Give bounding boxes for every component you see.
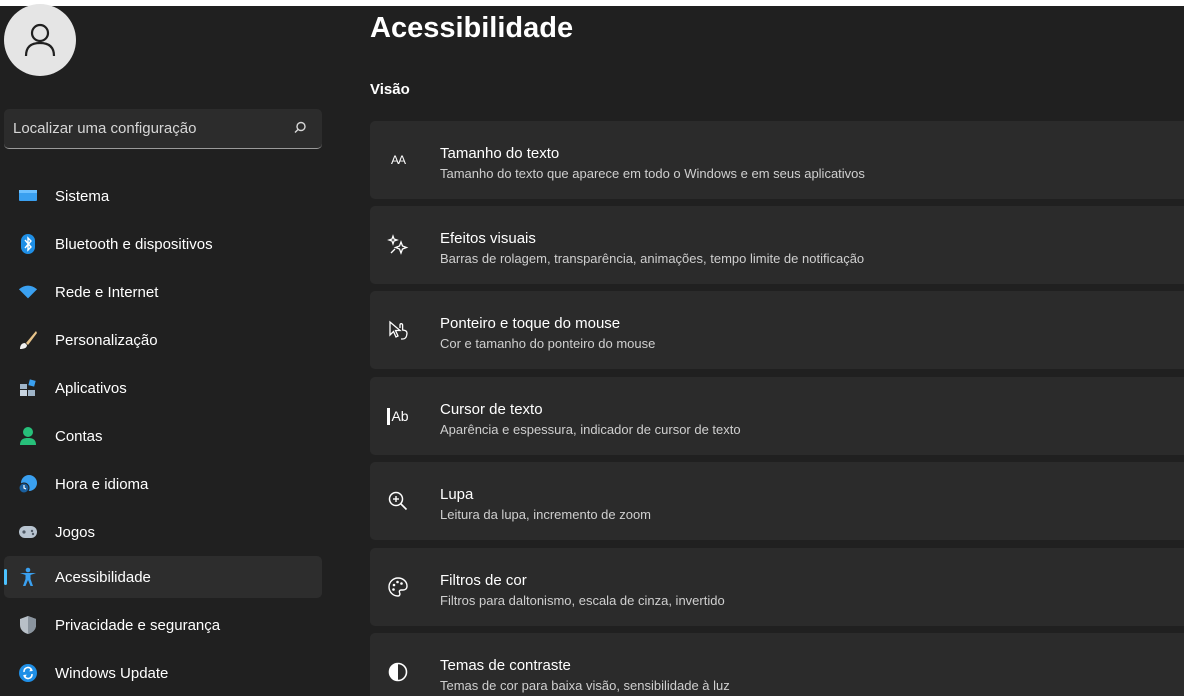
card-description: Tamanho do texto que aparece em todo o W… bbox=[440, 166, 865, 181]
card-lupa[interactable]: Lupa Leitura da lupa, incremento de zoom bbox=[370, 462, 1184, 540]
sidebar-item-label: Hora e idioma bbox=[55, 475, 149, 493]
card-title: Temas de contraste bbox=[440, 657, 571, 674]
apps-icon bbox=[18, 378, 38, 398]
brush-icon bbox=[18, 330, 38, 350]
selection-indicator bbox=[4, 569, 7, 585]
sidebar-item-label: Aplicativos bbox=[55, 379, 127, 397]
update-icon bbox=[18, 663, 38, 683]
sidebar-item-jogos[interactable]: Jogos bbox=[4, 511, 322, 553]
main-content: Acessibilidade Visão AA Tamanho do texto… bbox=[340, 0, 1184, 696]
cursor-bar bbox=[387, 407, 391, 425]
search-input[interactable]: Localizar uma configuração bbox=[13, 120, 196, 137]
sidebar-item-hora-idioma[interactable]: Hora e idioma bbox=[4, 463, 322, 505]
card-filtros-de-cor[interactable]: Filtros de cor Filtros para daltonismo, … bbox=[370, 548, 1184, 626]
sidebar-item-bluetooth[interactable]: Bluetooth e dispositivos bbox=[4, 223, 322, 265]
text-cursor-icon: Ab bbox=[386, 404, 410, 428]
sidebar-item-label: Acessibilidade bbox=[55, 568, 151, 586]
gamepad-icon bbox=[18, 522, 38, 542]
card-description: Temas de cor para baixa visão, sensibili… bbox=[440, 678, 730, 693]
system-icon bbox=[18, 186, 38, 206]
account-icon bbox=[18, 426, 38, 446]
avatar[interactable] bbox=[4, 4, 76, 76]
sidebar-item-privacidade[interactable]: Privacidade e segurança bbox=[4, 604, 322, 646]
sidebar-item-sistema[interactable]: Sistema bbox=[4, 175, 322, 217]
card-description: Filtros para daltonismo, escala de cinza… bbox=[440, 593, 725, 608]
text-size-glyph: AA bbox=[390, 153, 406, 167]
sidebar-item-contas[interactable]: Contas bbox=[4, 415, 322, 457]
accessibility-icon bbox=[18, 567, 38, 587]
sidebar-item-windows-update[interactable]: Windows Update bbox=[4, 652, 322, 694]
card-description: Barras de rolagem, transparência, animaç… bbox=[440, 251, 865, 266]
card-title: Tamanho do texto bbox=[440, 145, 560, 162]
card-title: Efeitos visuais bbox=[440, 230, 536, 247]
card-tamanho-do-texto[interactable]: AA Tamanho do texto Tamanho do texto que… bbox=[370, 121, 1184, 199]
search-box[interactable]: Localizar uma configuração bbox=[4, 109, 322, 149]
sidebar-item-aplicativos[interactable]: Aplicativos bbox=[4, 367, 322, 409]
section-title: Visão bbox=[370, 81, 410, 98]
sidebar-item-label: Contas bbox=[55, 427, 103, 445]
magnifier-icon bbox=[386, 489, 410, 513]
bluetooth-icon bbox=[18, 234, 38, 254]
sidebar-item-label: Sistema bbox=[55, 187, 110, 205]
sparkle-icon bbox=[386, 233, 410, 257]
sidebar-item-label: Jogos bbox=[55, 523, 96, 541]
sidebar-item-label: Privacidade e segurança bbox=[55, 616, 221, 634]
contrast-icon bbox=[386, 660, 410, 684]
card-title: Cursor de texto bbox=[440, 401, 543, 418]
sidebar-item-label: Windows Update bbox=[55, 664, 169, 682]
settings-window: Localizar uma configuração Sistema Bluet… bbox=[0, 0, 1184, 696]
card-cursor-de-texto[interactable]: Ab Cursor de texto Aparência e espessura… bbox=[370, 377, 1184, 455]
card-description: Aparência e espessura, indicador de curs… bbox=[440, 422, 741, 437]
color-palette-icon bbox=[386, 575, 410, 599]
wifi-icon bbox=[18, 282, 38, 302]
text-cursor-glyph: Ab bbox=[391, 408, 409, 424]
card-title: Ponteiro e toque do mouse bbox=[440, 315, 621, 332]
text-size-icon: AA bbox=[386, 148, 410, 172]
page-title: Acessibilidade bbox=[370, 12, 574, 44]
card-ponteiro-mouse[interactable]: Ponteiro e toque do mouse Cor e tamanho … bbox=[370, 291, 1184, 369]
sidebar-item-label: Bluetooth e dispositivos bbox=[55, 235, 213, 253]
sidebar: Localizar uma configuração Sistema Bluet… bbox=[0, 0, 340, 696]
pointer-touch-icon bbox=[386, 318, 410, 342]
sidebar-item-rede[interactable]: Rede e Internet bbox=[4, 271, 322, 313]
card-efeitos-visuais[interactable]: Efeitos visuais Barras de rolagem, trans… bbox=[370, 206, 1184, 284]
sidebar-item-label: Personalização bbox=[55, 331, 158, 349]
sidebar-item-personalizacao[interactable]: Personalização bbox=[4, 319, 322, 361]
card-title: Filtros de cor bbox=[440, 572, 527, 589]
shield-icon bbox=[18, 615, 38, 635]
sidebar-item-label: Rede e Internet bbox=[55, 283, 159, 301]
search-icon[interactable] bbox=[292, 120, 308, 136]
card-temas-de-contraste[interactable]: Temas de contraste Temas de cor para bai… bbox=[370, 633, 1184, 696]
card-description: Cor e tamanho do ponteiro do mouse bbox=[440, 336, 656, 351]
card-description: Leitura da lupa, incremento de zoom bbox=[440, 507, 652, 522]
sidebar-item-acessibilidade[interactable]: Acessibilidade bbox=[4, 556, 322, 598]
time-language-icon bbox=[18, 474, 38, 494]
user-icon bbox=[24, 23, 56, 57]
card-title: Lupa bbox=[440, 486, 474, 503]
